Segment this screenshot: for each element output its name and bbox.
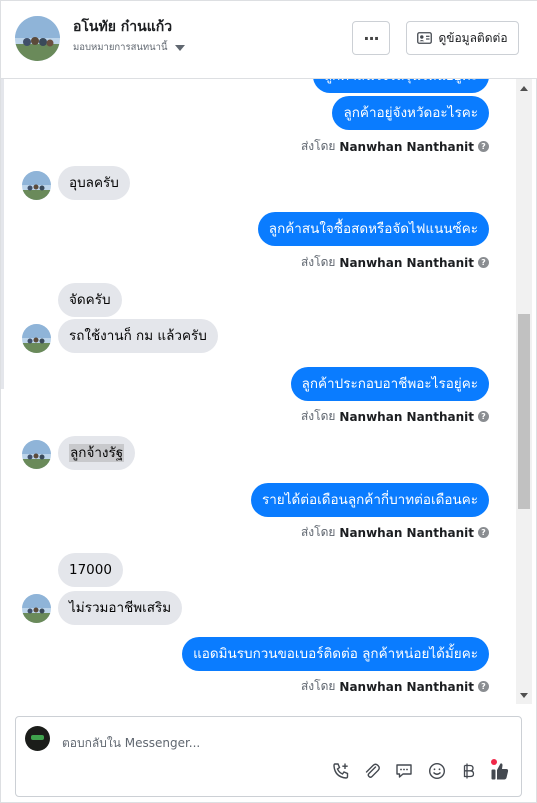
incoming-message[interactable]: รถใช้งานก็ กม แล้วครับ	[58, 319, 218, 353]
incoming-message[interactable]: 17000	[58, 553, 123, 587]
conversation-header: อโนทัย ก๋านแก้ว มอบหมายการสนทนานี้ ··· ด…	[1, 1, 537, 79]
sender-name[interactable]: Nanwhan Nanthanit	[339, 526, 474, 540]
info-icon[interactable]: ?	[478, 411, 489, 422]
emoji-icon[interactable]	[427, 761, 447, 781]
contact-avatar-small[interactable]	[22, 324, 51, 353]
reply-input[interactable]: ตอบกลับใน Messenger...	[62, 734, 200, 753]
selected-text[interactable]: ลูกจ้างรัฐ	[69, 444, 125, 462]
view-contact-info-label: ดูข้อมูลติดต่อ	[438, 30, 508, 45]
incoming-message[interactable]: อุบลครับ	[58, 166, 130, 200]
saved-reply-icon[interactable]	[394, 761, 414, 781]
assign-label: มอบหมายการสนทนานี้	[73, 42, 168, 53]
sent-by-label: ส่งโดย Nanwhan Nanthanit ?	[301, 523, 489, 542]
contact-name: อโนทัย ก๋านแก้ว	[73, 19, 173, 35]
contact-avatar-small[interactable]	[22, 594, 51, 623]
payment-icon[interactable]	[459, 761, 479, 781]
incoming-message[interactable]: จัดครับ	[58, 283, 122, 317]
outgoing-message[interactable]: ลูกค้าประกอบอาชีพอะไรอยู่คะ	[290, 367, 489, 401]
sent-by-label: ส่งโดย Nanwhan Nanthanit ?	[301, 407, 489, 426]
message-thread: ลูกค้าสนใจรถรุ่นไหนอยู่คะ ลูกค้าอยู่จังห…	[1, 79, 537, 704]
phone-plus-icon[interactable]	[331, 761, 351, 781]
sent-by-label: ส่งโดย Nanwhan Nanthanit ?	[301, 677, 489, 696]
contact-card-icon	[417, 32, 433, 44]
reply-composer[interactable]: ตอบกลับใน Messenger...	[15, 716, 522, 797]
more-options-button[interactable]: ···	[352, 21, 390, 55]
scrollbar-thumb[interactable]	[518, 314, 530, 509]
sender-name[interactable]: Nanwhan Nanthanit	[339, 680, 474, 694]
outgoing-message[interactable]: ลูกค้าอยู่จังหวัดอะไรคะ	[332, 96, 489, 130]
contact-avatar[interactable]	[15, 16, 60, 61]
sent-by-label: ส่งโดย Nanwhan Nanthanit ?	[301, 137, 489, 156]
info-icon[interactable]: ?	[478, 527, 489, 538]
outgoing-message[interactable]: ลูกค้าสนใจรถรุ่นไหนอยู่คะ	[312, 79, 489, 93]
contact-avatar-small[interactable]	[22, 171, 51, 200]
outgoing-message[interactable]: ลูกค้าสนใจซื้อสดหรือจัดไฟแนนซ์คะ	[257, 212, 489, 246]
info-icon[interactable]: ?	[478, 141, 489, 152]
info-icon[interactable]: ?	[478, 257, 489, 268]
sender-name[interactable]: Nanwhan Nanthanit	[339, 140, 474, 154]
caret-down-icon	[174, 44, 185, 51]
outgoing-message[interactable]: แอดมินรบกวนขอเบอร์ติดต่อ ลูกค้าหน่อยได้ม…	[182, 637, 489, 671]
page-avatar	[25, 726, 50, 751]
scroll-up-arrow-icon[interactable]	[520, 86, 528, 91]
like-icon[interactable]	[490, 761, 510, 781]
sender-name[interactable]: Nanwhan Nanthanit	[339, 256, 474, 270]
incoming-message[interactable]: ลูกจ้างรัฐ	[58, 436, 136, 470]
attachment-icon[interactable]	[362, 761, 382, 781]
contact-avatar-small[interactable]	[22, 440, 51, 469]
info-icon[interactable]: ?	[478, 681, 489, 692]
panel-edge	[1, 79, 4, 389]
assign-conversation-dropdown[interactable]: มอบหมายการสนทนานี้	[73, 40, 185, 55]
sender-name[interactable]: Nanwhan Nanthanit	[339, 410, 474, 424]
conversation-panel: อโนทัย ก๋านแก้ว มอบหมายการสนทนานี้ ··· ด…	[0, 0, 537, 803]
view-contact-info-button[interactable]: ดูข้อมูลติดต่อ	[406, 21, 519, 55]
outgoing-message[interactable]: รายได้ต่อเดือนลูกค้ากี่บาทต่อเดือนคะ	[250, 483, 489, 517]
sent-by-label: ส่งโดย Nanwhan Nanthanit ?	[301, 253, 489, 272]
incoming-message[interactable]: ไม่รวมอาชีพเสริม	[58, 591, 183, 625]
scroll-down-arrow-icon[interactable]	[520, 693, 528, 698]
